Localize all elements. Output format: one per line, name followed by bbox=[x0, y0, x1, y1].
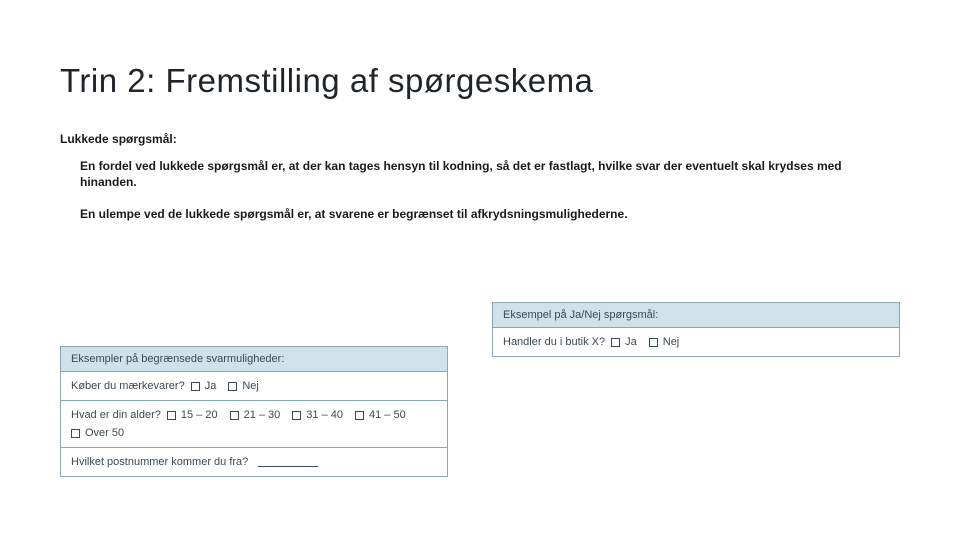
question-text: Hvilket postnummer kommer du fra? bbox=[71, 456, 248, 468]
option-label: 31 – 40 bbox=[306, 409, 343, 421]
option-label: Ja bbox=[625, 336, 637, 348]
slide-title: Trin 2: Fremstilling af spørgeskema bbox=[60, 62, 900, 100]
option-label: 41 – 50 bbox=[369, 409, 406, 421]
disadvantage-paragraph: En ulempe ved de lukkede spørgsmål er, a… bbox=[80, 206, 900, 222]
checkbox-icon bbox=[71, 429, 80, 438]
limited-row-1: Køber du mærkevarer? Ja Nej bbox=[61, 372, 447, 401]
option-41-50: 41 – 50 bbox=[355, 409, 406, 421]
option-label: Over 50 bbox=[85, 427, 124, 439]
limited-answers-header: Eksempler på begrænsede svarmuligheder: bbox=[61, 347, 447, 372]
yes-no-box: Eksempel på Ja/Nej spørgsmål: Handler du… bbox=[492, 302, 900, 357]
option-label: 21 – 30 bbox=[244, 409, 281, 421]
checkbox-icon bbox=[355, 411, 364, 420]
option-label: 15 – 20 bbox=[181, 409, 218, 421]
checkbox-icon bbox=[230, 411, 239, 420]
option-over-50: Over 50 bbox=[71, 427, 124, 439]
question-text: Køber du mærkevarer? bbox=[71, 380, 185, 392]
section-label: Lukkede spørgsmål: bbox=[60, 132, 900, 146]
limited-answers-box: Eksempler på begrænsede svarmuligheder: … bbox=[60, 346, 448, 477]
limited-row-2: Hvad er din alder? 15 – 20 21 – 30 31 – … bbox=[61, 401, 447, 448]
option-label: Nej bbox=[663, 336, 680, 348]
option-ja: Ja bbox=[611, 336, 637, 348]
option-label: Ja bbox=[205, 380, 217, 392]
yes-no-header: Eksempel på Ja/Nej spørgsmål: bbox=[493, 303, 899, 328]
yes-no-row: Handler du i butik X? Ja Nej bbox=[493, 328, 899, 356]
checkbox-icon bbox=[611, 338, 620, 347]
checkbox-icon bbox=[228, 382, 237, 391]
blank-line-icon bbox=[258, 457, 318, 467]
option-21-30: 21 – 30 bbox=[230, 409, 281, 421]
checkbox-icon bbox=[167, 411, 176, 420]
option-15-20: 15 – 20 bbox=[167, 409, 218, 421]
question-text: Handler du i butik X? bbox=[503, 336, 605, 348]
option-ja: Ja bbox=[191, 380, 217, 392]
option-label: Nej bbox=[242, 380, 259, 392]
question-text: Hvad er din alder? bbox=[71, 409, 161, 421]
option-nej: Nej bbox=[228, 380, 259, 392]
checkbox-icon bbox=[292, 411, 301, 420]
option-31-40: 31 – 40 bbox=[292, 409, 343, 421]
option-nej: Nej bbox=[649, 336, 680, 348]
checkbox-icon bbox=[649, 338, 658, 347]
checkbox-icon bbox=[191, 382, 200, 391]
slide: Trin 2: Fremstilling af spørgeskema Lukk… bbox=[0, 0, 960, 540]
advantage-paragraph: En fordel ved lukkede spørgsmål er, at d… bbox=[80, 158, 900, 190]
examples-row: Eksempler på begrænsede svarmuligheder: … bbox=[60, 302, 900, 477]
limited-row-3: Hvilket postnummer kommer du fra? bbox=[61, 448, 447, 476]
